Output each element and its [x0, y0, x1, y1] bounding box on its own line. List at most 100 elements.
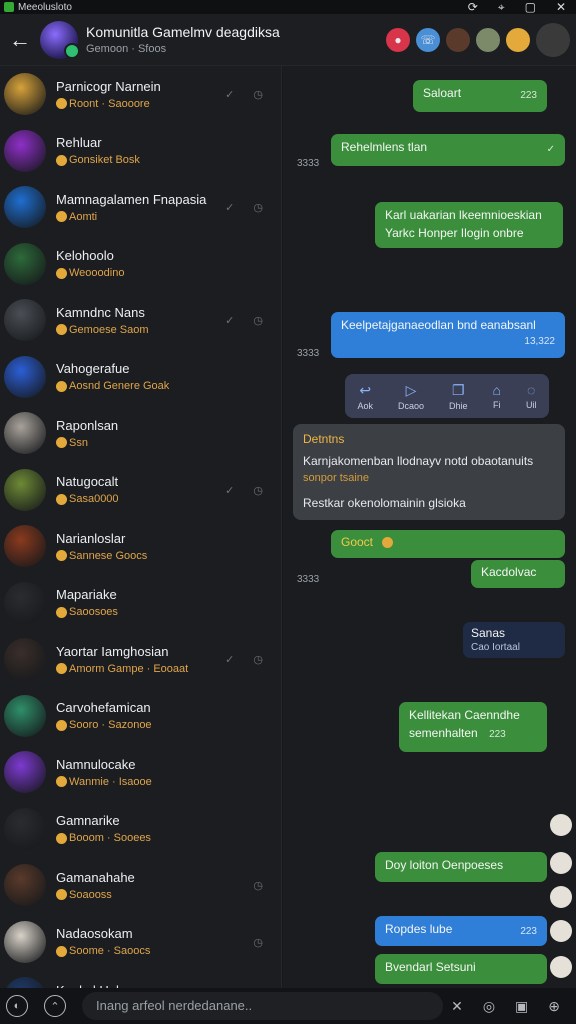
message-text: Ropdes lube	[385, 922, 453, 936]
chat-item-text: Rehluar Gonsiket Bosk	[56, 135, 140, 166]
reader-avatar[interactable]	[550, 920, 572, 942]
chat-item-text: Narianloslar Sannese Goocs	[56, 531, 147, 562]
header-text[interactable]: Komunitla Gamelmv deagdiksa Gemoon · Sfo…	[86, 24, 386, 55]
toolbar-aok-button[interactable]: ↩ Aok	[357, 382, 373, 411]
message-bubble[interactable]: Kacdolvac	[471, 560, 565, 588]
quote-body: Karnjakomenban llodnayv notd obaotanuits	[303, 454, 534, 468]
reader-avatar[interactable]	[550, 886, 572, 908]
message-bubble[interactable]: Doy loiton Oenpoeses	[375, 852, 547, 882]
group-avatar[interactable]	[40, 20, 80, 59]
message-date: 3333	[297, 158, 320, 169]
avatar	[4, 977, 46, 988]
chat-list-item[interactable]: Kelohoolo Weooodino	[0, 236, 281, 293]
chat-header: ← Komunitla Gamelmv deagdiksa Gemoon · S…	[0, 14, 576, 66]
emoji-icon	[56, 493, 67, 505]
back-button[interactable]: ←	[0, 27, 40, 53]
chat-list-item[interactable]: Gamnarike Booom · Sooees	[0, 801, 281, 858]
chat-preview: Roont · Saooore	[56, 98, 161, 110]
message-text: Keelpetajganaeodlan bnd eanabsanl	[341, 318, 536, 332]
chat-name: Namnulocake	[56, 756, 136, 772]
emoji-icon[interactable]	[506, 27, 530, 52]
sticker-icon[interactable]: ✕	[451, 998, 463, 1015]
message-input[interactable]: Inang arfeol nerdedanane..	[82, 992, 444, 1020]
chat-preview-text: Weooodino	[69, 267, 125, 280]
message-bubble[interactable]: Rehelmlens tlan ✓	[331, 134, 565, 166]
message-bubble[interactable]: Ropdes lube 223	[375, 916, 547, 946]
chat-preview-text: Soaooss	[69, 888, 112, 901]
chat-item-text: Nadaosokam Soome · Saoocs	[56, 926, 150, 957]
quoted-message-card[interactable]: Detntns Karnjakomenban llodnayv notd oba…	[293, 424, 565, 520]
chat-list-item[interactable]: Yaortar Iamghosian Amorm Gampe · Eooaat ✓ …	[0, 631, 281, 688]
message-bubble[interactable]: Keelpetajganaeodlan bnd eanabsanl 13,322	[331, 312, 565, 358]
chat-preview: Sooro · Sazonoe	[56, 719, 152, 731]
emoji-icon	[56, 832, 67, 844]
chat-list-item[interactable]: Natugocalt Sasa0000 ✓ ◷	[0, 462, 281, 519]
message-text: Sanas	[471, 626, 506, 640]
message-bubble[interactable]: Karl uakarian lkeemnioeskian Yarkc Honpe…	[375, 202, 563, 248]
chat-list-item[interactable]: Mamnagalamen Fnapasia Aomti ✓ ◷	[0, 179, 281, 236]
window-controls: ⟳ ⌖ ▢ ✕	[468, 0, 566, 15]
app-icon	[4, 2, 14, 12]
chat-list-item[interactable]: Parnicogr Narnein Roont · Saooore ✓ ◷	[0, 66, 281, 123]
notification-icon[interactable]: ●	[386, 27, 410, 52]
chat-item-text: Namnulocake Wanmie · Isaooe	[56, 757, 152, 788]
chat-list-item[interactable]: Kaokal Hake	[0, 970, 281, 988]
toolbar-dhie-button[interactable]: ❐ Dhie	[449, 382, 468, 411]
chat-preview: Sannese Goocs	[56, 550, 147, 562]
avatar	[4, 920, 46, 963]
message-text: Saloart	[423, 86, 462, 100]
message-bubble[interactable]: Sanas Cao Iortaal	[463, 622, 565, 658]
close-icon[interactable]: ✕	[556, 0, 566, 15]
pin-icon: ⌂	[492, 382, 501, 398]
message-bubble[interactable]: Saloart 223	[413, 80, 547, 112]
chat-name: Raponlsan	[56, 417, 119, 433]
message-bubble[interactable]: Gooct	[331, 530, 565, 558]
emoji-icon	[56, 154, 67, 166]
rotate-icon[interactable]: ⟳	[468, 0, 478, 15]
reader-avatar[interactable]	[550, 814, 572, 836]
message-text: Gooct	[341, 535, 374, 549]
chat-list-item[interactable]: Namnulocake Wanmie · Isaooe	[0, 744, 281, 801]
read-status-icon: ✓ ◷	[225, 202, 271, 214]
chat-preview-text: Ssn	[69, 436, 88, 449]
chat-name: Nadaosokam	[56, 926, 133, 942]
toolbar-label: Aok	[357, 400, 373, 411]
emoji-icon	[382, 537, 394, 549]
chat-item-text: Vahogerafue Aosnd Genere Goak	[56, 361, 169, 392]
maximize-icon[interactable]: ▢	[525, 0, 536, 15]
chat-list-item[interactable]: Carvohefamican Sooro · Sazonoe	[0, 688, 281, 745]
message-time: 223	[520, 90, 537, 101]
toolbar-fi-button[interactable]: ⌂ Fi	[492, 382, 500, 410]
message-bubble[interactable]: Kellitekan Caenndhe semenhalten 223	[399, 702, 547, 752]
reader-avatar[interactable]	[550, 852, 572, 874]
chat-list-item[interactable]: Raponlsan Ssn	[0, 405, 281, 462]
chat-list-item[interactable]: Gamanahahe Soaooss ◷	[0, 857, 281, 914]
member-avatar-icon[interactable]	[446, 27, 470, 52]
chat-list-item[interactable]: Rehluar Gonsiket Bosk	[0, 123, 281, 180]
reader-avatar[interactable]	[550, 956, 572, 978]
chat-list-item[interactable]: Vahogerafue Aosnd Genere Goak	[0, 349, 281, 406]
profile-avatar[interactable]	[536, 22, 570, 57]
chat-preview-text: Amorm Gampe · Eooaat	[69, 662, 189, 675]
chat-item-text: Parnicogr Narnein Roont · Saooore	[56, 79, 161, 110]
toolbar-uil-button[interactable]: ◌ Uil	[526, 382, 537, 410]
message-bubble[interactable]: Bvendarl Setsuni	[375, 954, 547, 984]
member-avatar-icon[interactable]	[476, 27, 500, 52]
toolbar-dcaoo-button[interactable]: ▷ Dcaoo	[398, 382, 424, 411]
attach-icon[interactable]: ◎	[483, 998, 495, 1015]
send-icon[interactable]: ⊕	[548, 998, 560, 1015]
chat-list-item[interactable]: Mapariake Saoosoes	[0, 575, 281, 632]
avatar	[4, 581, 46, 624]
avatar	[4, 73, 46, 116]
avatar	[4, 468, 46, 511]
avatar	[4, 299, 46, 342]
emoji-icon[interactable]: ⌃	[44, 995, 66, 1017]
chat-name: Rehluar	[56, 135, 102, 151]
chat-list-item[interactable]: Nadaosokam Soome · Saoocs ◷	[0, 914, 281, 971]
mic-icon[interactable]: ◐	[6, 995, 28, 1017]
call-icon[interactable]: ☏	[416, 27, 440, 52]
pin-icon[interactable]: ⌖	[498, 0, 505, 15]
chat-list-item[interactable]: Kamndnc Nans Gemoese Saom ✓ ◷	[0, 292, 281, 349]
gif-icon[interactable]: ▣	[515, 998, 528, 1015]
chat-list-item[interactable]: Narianloslar Sannese Goocs	[0, 518, 281, 575]
